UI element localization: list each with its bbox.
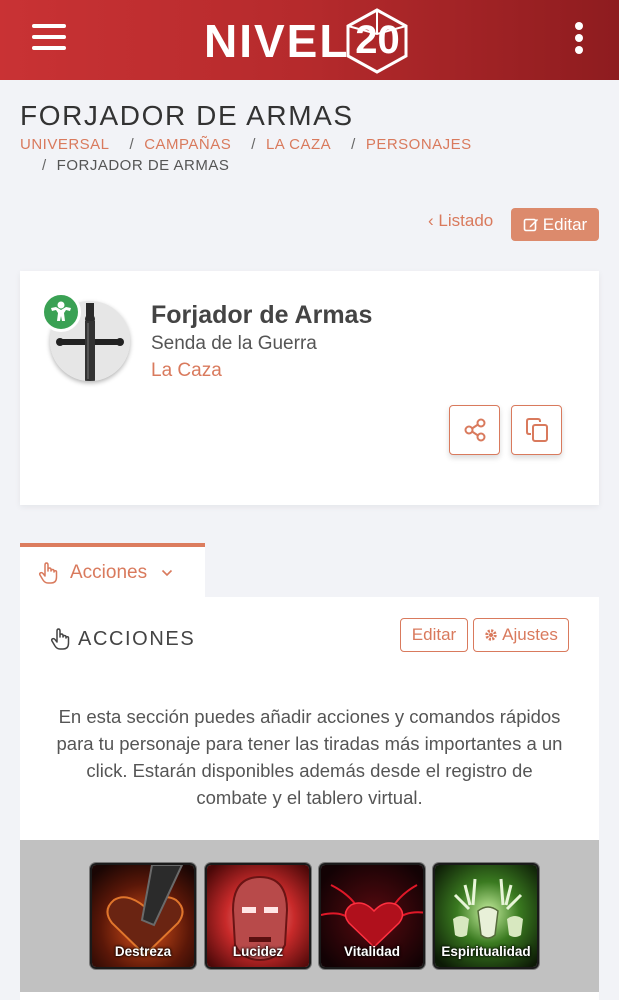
d20-logo-icon: 20 [343, 8, 411, 74]
chevron-left-icon: ‹ [428, 211, 434, 230]
attribute-label: Vitalidad [343, 944, 401, 959]
breadcrumb-universal[interactable]: UNIVERSAL [20, 136, 110, 153]
chevron-down-icon [162, 569, 173, 576]
attribute-vitalidad[interactable]: Vitalidad [319, 863, 425, 969]
section-title: ACCIONES [78, 628, 196, 650]
breadcrumb-la-caza[interactable]: LA CAZA [266, 136, 331, 153]
hamburger-icon[interactable] [32, 24, 66, 50]
share-icon [464, 418, 485, 442]
attribute-destreza[interactable]: Destreza [90, 863, 196, 969]
edit-character-button[interactable]: Editar [511, 208, 599, 241]
site-logo[interactable]: NIVEL 20 [204, 8, 411, 74]
character-name: Forjador de Armas [151, 301, 373, 329]
tab-acciones[interactable]: Acciones [20, 543, 205, 598]
attribute-label: Espiritualidad [441, 944, 531, 959]
strongman-icon [41, 292, 81, 332]
character-campaign-link[interactable]: La Caza [151, 360, 222, 382]
attribute-label: Lucidez [232, 944, 284, 959]
attribute-lucidez[interactable]: Lucidez [205, 863, 311, 969]
next-section-edge [20, 992, 599, 1000]
logo-text: NIVEL [204, 15, 350, 67]
breadcrumb: UNIVERSAL / CAMPAÑAS / LA CAZA / PERSONAJES / F… [20, 136, 472, 174]
character-path: Senda de la Guerra [151, 333, 317, 354]
character-card: Forjador de Armas Senda de la Guerra La … [20, 271, 599, 505]
breadcrumb-current: FORJADOR DE ARMAS [56, 157, 230, 174]
gear-icon [485, 629, 497, 641]
edit-actions-button[interactable]: Editar [400, 618, 468, 652]
copy-icon [525, 418, 548, 442]
breadcrumb-campanas[interactable]: CAMPAÑAS [144, 136, 231, 153]
pointer-hand-icon [38, 561, 58, 584]
breadcrumb-personajes[interactable]: PERSONAJES [366, 136, 472, 153]
section-description: En esta sección puedes añadir acciones y… [56, 706, 563, 808]
copy-button[interactable] [511, 405, 562, 455]
tab-label: Acciones [70, 561, 148, 583]
share-button[interactable] [449, 405, 500, 455]
back-to-list-link[interactable]: ‹ Listado [428, 211, 493, 231]
attribute-label: Destreza [114, 944, 172, 959]
edit-icon [523, 218, 538, 231]
settings-button[interactable]: Ajustes [473, 618, 569, 652]
page-title: FORJADOR DE ARMAS [20, 100, 354, 131]
pointer-hand-icon [50, 628, 70, 650]
actions-panel: ACCIONES Editar Ajustes En esta sección … [20, 597, 599, 840]
top-navbar: NIVEL 20 [0, 0, 619, 80]
attributes-bar: Destreza Lucidez Vitalidad Espiritualida… [20, 840, 599, 992]
attribute-espiritualidad[interactable]: Espiritualidad [433, 863, 539, 969]
kebab-menu-icon[interactable] [572, 22, 586, 56]
